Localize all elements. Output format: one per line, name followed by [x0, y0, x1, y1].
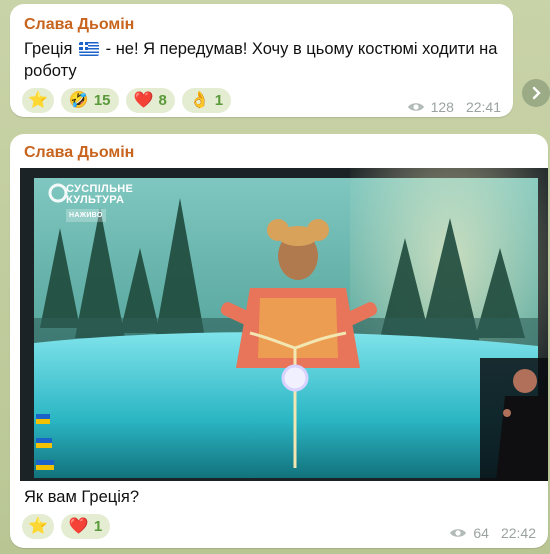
- logo-line-2: КУЛЬТУРА: [66, 194, 125, 206]
- media-image[interactable]: СУСПІЛЬНЕ КУЛЬТУРА НАЖИВО: [20, 168, 548, 481]
- reaction-heart[interactable]: ❤️ 8: [125, 88, 175, 113]
- rofl-icon: 🤣: [68, 91, 89, 109]
- eye-icon: [407, 103, 424, 111]
- message-meta: 128 22:41: [407, 99, 501, 115]
- reaction-star[interactable]: ⭐: [22, 514, 54, 539]
- greek-flag-icon: [79, 42, 100, 56]
- message-time: 22:42: [500, 525, 536, 541]
- reaction-count: 1: [93, 518, 103, 535]
- heart-icon: ❤️: [133, 91, 154, 109]
- view-count: 128: [430, 99, 454, 115]
- message-text: Греція - не! Я передумав! Хочу в цьому к…: [24, 38, 499, 82]
- message-text: Як вам Греція?: [24, 488, 139, 506]
- reactions-bar: ⭐ 🤣 15 ❤️ 8 👌 1: [22, 88, 232, 113]
- reaction-laugh[interactable]: 🤣 15: [60, 88, 119, 113]
- message-meta: 64 22:42: [449, 525, 536, 541]
- heart-icon: ❤️: [68, 517, 89, 535]
- reaction-ok-hand[interactable]: 👌 1: [181, 88, 232, 113]
- view-count: 64: [473, 525, 489, 541]
- reaction-star[interactable]: ⭐: [22, 88, 54, 113]
- message-text-part-1: Греція: [24, 40, 73, 58]
- reaction-heart[interactable]: ❤️ 1: [60, 514, 111, 539]
- share-button[interactable]: [522, 79, 550, 107]
- star-icon: ⭐: [28, 91, 48, 109]
- reactions-bar: ⭐ ❤️ 1: [22, 514, 111, 539]
- message-time: 22:41: [465, 99, 501, 115]
- message-author[interactable]: Слава Дьомін: [24, 144, 134, 162]
- live-badge: НАЖИВО: [66, 209, 106, 222]
- reaction-count: 8: [158, 92, 167, 109]
- share-icon: [532, 86, 541, 100]
- reaction-count: 1: [214, 92, 224, 109]
- ok-hand-icon: 👌: [189, 91, 210, 109]
- star-icon: ⭐: [28, 517, 48, 535]
- message-bubble-1[interactable]: Слава Дьомін Греція - не! Я передумав! Х…: [10, 4, 513, 117]
- reaction-count: 15: [93, 92, 111, 109]
- message-bubble-2[interactable]: Слава Дьомін СУСПІЛЬНЕ КУЛЬТУРА НАЖИВО Я…: [10, 134, 548, 548]
- eye-icon: [450, 529, 467, 537]
- channel-logo: СУСПІЛЬНЕ КУЛЬТУРА НАЖИВО: [66, 184, 133, 222]
- message-author[interactable]: Слава Дьомін: [24, 16, 134, 34]
